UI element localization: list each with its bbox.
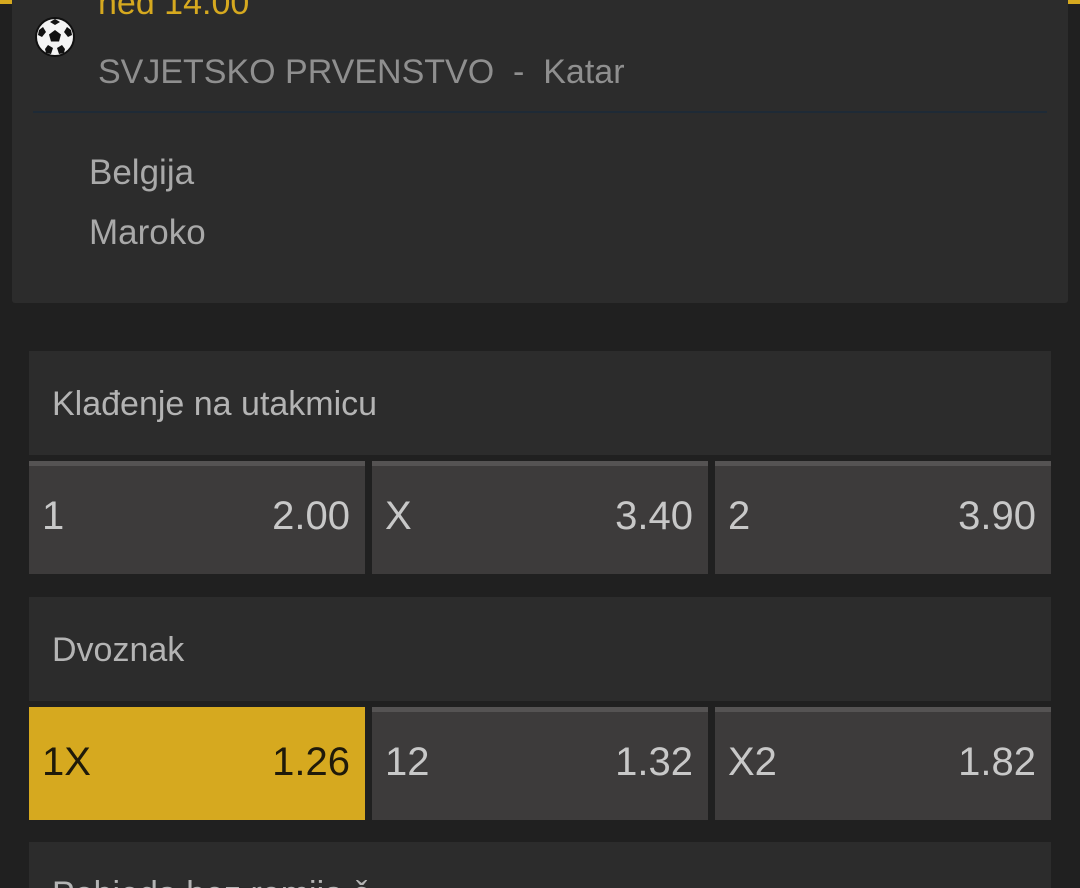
odd-button-2[interactable]: 2 3.90: [715, 461, 1051, 574]
market-header-double-chance[interactable]: Dvoznak: [29, 597, 1051, 701]
market-title: Dvoznak: [52, 631, 185, 669]
odd-button-x[interactable]: X 3.40: [372, 461, 708, 574]
card-divider: [33, 111, 1047, 113]
odd-button-12[interactable]: 12 1.32: [372, 707, 708, 820]
soccer-ball-icon: [35, 17, 75, 57]
odd-value: 2.00: [272, 494, 350, 538]
odd-label: 12: [385, 740, 430, 784]
market-header-draw-no-bet[interactable]: Pobjeda bez remija č: [29, 842, 1051, 888]
odd-value: 1.32: [615, 740, 693, 784]
league-name: SVJETSKO PRVENSTVO - Katar: [98, 53, 625, 91]
away-team: Maroko: [89, 213, 206, 252]
match-time: ned 14:00: [98, 0, 250, 22]
odd-value: 1.26: [272, 740, 350, 784]
home-team: Belgija: [89, 153, 195, 192]
match-detail-page: ned 14:00 SVJETSKO PRVENSTVO - Katar Bel…: [0, 0, 1080, 888]
odd-label: 1: [42, 494, 65, 538]
odd-label: 2: [728, 494, 751, 538]
market-header-match-betting[interactable]: Klađenje na utakmicu: [29, 351, 1051, 455]
odd-label: X: [385, 494, 412, 538]
odd-button-1[interactable]: 1 2.00: [29, 461, 365, 574]
odd-value: 3.40: [615, 494, 693, 538]
match-card: ned 14:00 SVJETSKO PRVENSTVO - Katar Bel…: [12, 0, 1068, 303]
market-title: Pobjeda bez remija č: [52, 874, 370, 888]
odd-label: 1X: [42, 740, 91, 784]
odd-value: 3.90: [958, 494, 1036, 538]
odd-value: 1.82: [958, 740, 1036, 784]
market-title: Klađenje na utakmicu: [52, 385, 378, 423]
odd-button-1x[interactable]: 1X 1.26: [29, 707, 365, 820]
odd-button-x2[interactable]: X2 1.82: [715, 707, 1051, 820]
odd-label: X2: [728, 740, 777, 784]
